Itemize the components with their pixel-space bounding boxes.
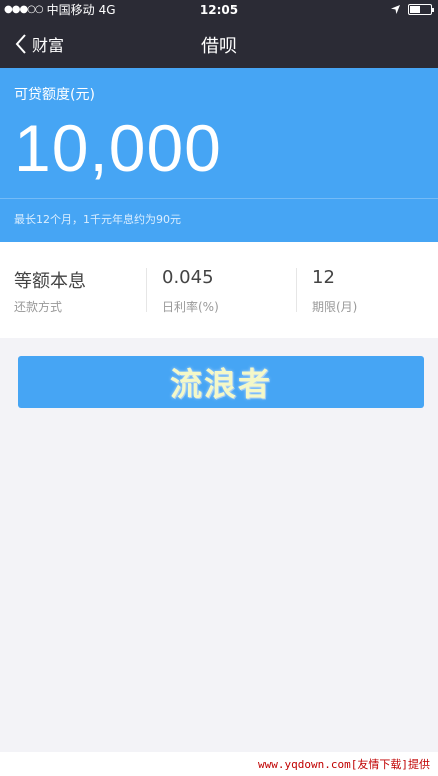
navigation-bar: 财富 借呗 — [0, 20, 438, 68]
loan-period: 12 期限(月) — [312, 242, 432, 338]
footer: www.yqdown.com[友情下载]提供 — [0, 752, 438, 776]
term-label: 日利率(%) — [162, 300, 219, 314]
credit-limit-amount: 10,000 — [14, 111, 222, 185]
status-time: 12:05 — [199, 3, 239, 17]
term-label: 还款方式 — [14, 300, 63, 314]
term-value: 12 — [312, 267, 335, 288]
status-bar: ●●●○○ 中国移动 4G 12:05 — [0, 0, 438, 20]
term-label: 期限(月) — [312, 300, 358, 314]
borrow-button[interactable]: 流浪者 — [18, 356, 424, 408]
term-value: 等额本息 — [14, 271, 86, 292]
daily-interest-rate: 0.045 日利率(%) — [162, 242, 292, 338]
credit-limit-label: 可贷额度(元) — [14, 87, 95, 103]
loan-terms-row: 等额本息 还款方式 0.045 日利率(%) 12 期限(月) — [0, 242, 438, 338]
term-value: 0.045 — [162, 267, 214, 288]
borrow-button-label: 流浪者 — [169, 365, 272, 403]
repayment-method: 等额本息 还款方式 — [14, 242, 144, 338]
location-arrow-icon — [391, 5, 400, 14]
top-bar: ●●●○○ 中国移动 4G 12:05 财富 借呗 — [0, 0, 438, 68]
term-divider — [296, 268, 297, 312]
loan-amount-card: 可贷额度(元) 10,000 最长12个月，1千元年息约为90元 — [0, 68, 438, 242]
term-divider — [146, 268, 147, 312]
page-title: 借呗 — [201, 36, 237, 57]
watermark-text: www.yqdown.com[友情下载]提供 — [258, 758, 430, 771]
interest-note: 最长12个月，1千元年息约为90元 — [14, 213, 181, 226]
card-divider — [0, 198, 438, 199]
battery-icon — [408, 4, 434, 15]
